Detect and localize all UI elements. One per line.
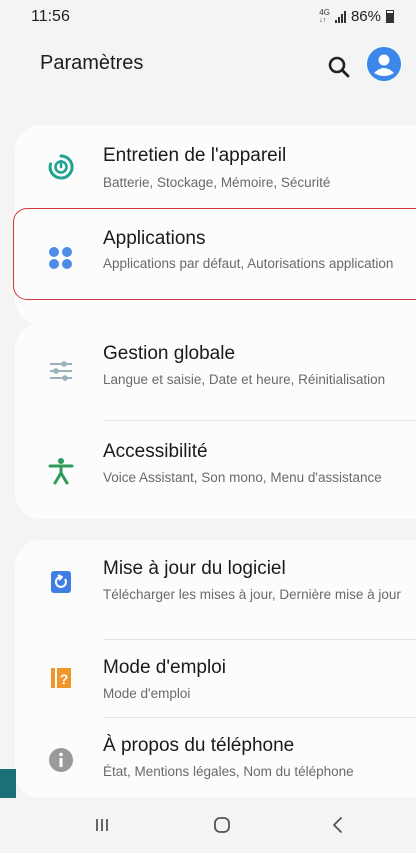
account-icon — [367, 47, 401, 81]
search-icon — [328, 56, 350, 78]
user-manual-icon: ? — [51, 668, 71, 688]
search-button[interactable] — [322, 50, 356, 84]
account-button[interactable] — [366, 46, 402, 82]
info-icon — [49, 748, 73, 772]
item-label: Entretien de l'appareil — [103, 145, 287, 166]
software-update-icon — [51, 571, 71, 593]
app-header: Paramètres — [0, 34, 416, 104]
item-subtitle: État, Mentions légales, Nom du téléphone — [103, 764, 354, 779]
home-icon — [214, 817, 230, 833]
item-user-manual[interactable]: ? Mode d'emploi Mode d'emploi — [15, 640, 416, 716]
battery-percent: 86% — [350, 8, 381, 25]
item-subtitle: Applications par défaut, Autorisations a… — [103, 256, 394, 271]
device-care-icon — [48, 154, 74, 180]
item-label: Gestion globale — [103, 343, 236, 364]
svg-text:?: ? — [60, 671, 69, 687]
item-subtitle: Mode d'emploi — [103, 686, 191, 701]
item-subtitle: Télécharger les mises à jour, Dernière m… — [103, 587, 401, 602]
item-device-care[interactable]: Entretien de l'appareil Batterie, Stocka… — [15, 125, 416, 208]
page-title: Paramètres — [40, 52, 144, 74]
settings-group-2: Gestion globale Langue et saisie, Date e… — [15, 323, 416, 519]
back-icon — [333, 817, 342, 833]
navigation-bar — [0, 798, 416, 853]
item-label: Mode d'emploi — [103, 657, 226, 678]
item-general-management[interactable]: Gestion globale Langue et saisie, Date e… — [15, 323, 416, 420]
network-type-label: 4G — [319, 7, 330, 17]
item-accessibility[interactable]: Accessibilité Voice Assistant, Son mono,… — [15, 421, 416, 519]
apps-icon — [49, 247, 72, 269]
item-label: Accessibilité — [103, 441, 208, 462]
recent-apps-icon — [96, 819, 108, 831]
item-subtitle: Batterie, Stockage, Mémoire, Sécurité — [103, 175, 331, 190]
back-button[interactable] — [318, 810, 358, 840]
item-software-update[interactable]: Mise à jour du logiciel Télécharger les … — [15, 540, 416, 639]
sliders-icon — [50, 361, 72, 381]
battery-icon — [386, 10, 394, 23]
recent-apps-button[interactable] — [82, 810, 122, 840]
status-bar: 11:56 4G ↓↑ 86% — [0, 0, 416, 34]
network-type-icon: 4G ↓↑ — [319, 7, 330, 24]
item-label: À propos du téléphone — [103, 735, 295, 756]
settings-group-1: Entretien de l'appareil Batterie, Stocka… — [15, 125, 416, 325]
item-label: Mise à jour du logiciel — [103, 558, 286, 579]
item-label: Applications — [103, 228, 206, 249]
accessibility-icon — [48, 458, 74, 485]
item-subtitle: Langue et saisie, Date et heure, Réiniti… — [103, 372, 386, 387]
item-subtitle: Voice Assistant, Son mono, Menu d'assist… — [103, 470, 382, 485]
home-button[interactable] — [202, 810, 242, 840]
status-time: 11:56 — [31, 8, 70, 25]
settings-group-3: Mise à jour du logiciel Télécharger les … — [15, 540, 416, 798]
item-applications[interactable]: Applications Applications par défaut, Au… — [15, 210, 416, 302]
status-icons: 4G ↓↑ 86% — [319, 8, 394, 25]
item-about-phone[interactable]: À propos du téléphone État, Mentions lég… — [15, 718, 416, 798]
signal-icon — [334, 10, 346, 23]
